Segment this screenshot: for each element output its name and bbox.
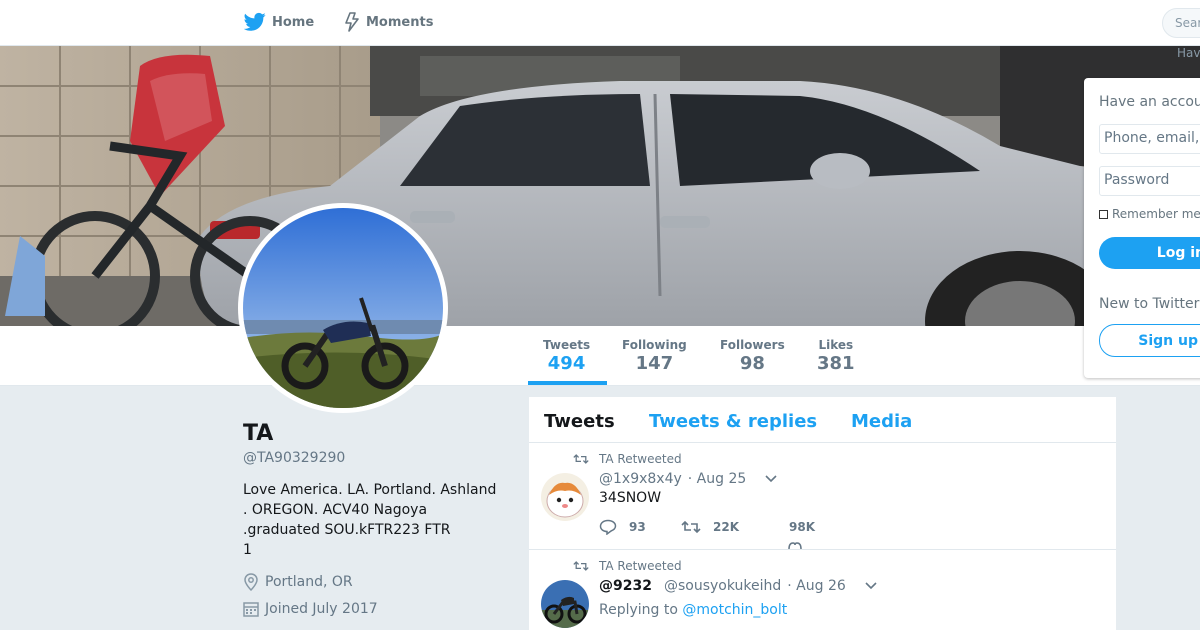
profile-stats-bar [0, 326, 1200, 386]
stat-following-label: Following [622, 338, 687, 352]
lightning-bolt-icon [345, 12, 359, 32]
stat-tweets[interactable]: Tweets 494 [543, 338, 590, 374]
stat-tweets-value: 494 [547, 353, 586, 374]
profile-handle: @TA90329290 [243, 450, 346, 466]
twitter-bird-icon [244, 12, 266, 31]
checkbox-icon[interactable] [1099, 209, 1108, 219]
login-panel: Have an account? Phone, email, or userna… [1084, 78, 1200, 378]
login-button-label: Log in [1156, 245, 1200, 261]
nav-moments-label: Moments [366, 14, 434, 30]
replying-to-link[interactable]: @motchin_bolt [682, 602, 787, 618]
login-password-field[interactable]: Password [1099, 166, 1200, 196]
tweet-actions: 93 22K 98K [599, 519, 815, 535]
replying-to: Replying to @motchin_bolt [599, 602, 787, 618]
profile-name: TA [243, 421, 274, 446]
profile-joined-text: Joined July 2017 [265, 601, 378, 617]
tweet-header: @9232 @sousyokukeihd · Aug 26 [599, 578, 878, 594]
calendar-icon [243, 602, 259, 617]
tweet-time[interactable]: · Aug 25 [688, 471, 747, 487]
stat-followers-label: Followers [720, 338, 785, 352]
stat-followers-value: 98 [739, 353, 765, 374]
timeline-tabs: Tweets Tweets & replies Media [529, 397, 1116, 443]
reply-count: 93 [629, 520, 646, 534]
retweet-context: TA Retweeted [573, 452, 682, 466]
tab-tweets[interactable]: Tweets [544, 411, 615, 432]
active-stat-underline [528, 381, 607, 385]
chevron-down-icon[interactable] [864, 581, 878, 591]
chevron-down-icon[interactable] [764, 474, 778, 484]
profile-bio: Love America. LA. Portland. Ashland . OR… [243, 482, 497, 558]
reply-icon [599, 519, 617, 535]
retweet-icon [573, 454, 589, 464]
stat-tweets-label: Tweets [543, 338, 591, 352]
stat-followers[interactable]: Followers 98 [720, 338, 785, 374]
tweet-username[interactable]: @sousyokukeihd [664, 578, 781, 594]
profile-avatar[interactable] [238, 203, 448, 413]
tweet-fullname[interactable]: @9232 [599, 578, 652, 594]
login-button[interactable]: Log in [1099, 237, 1200, 269]
tweet-avatar[interactable] [541, 580, 589, 628]
reply-button[interactable]: 93 [599, 519, 681, 535]
stat-following[interactable]: Following 147 [622, 338, 687, 374]
stat-likes-label: Likes [818, 338, 854, 352]
tab-tweets-and-replies[interactable]: Tweets & replies [649, 411, 817, 432]
search-input[interactable]: Search [1162, 8, 1200, 38]
signup-button-label: Sign up [1138, 333, 1198, 349]
replying-to-prefix: Replying to [599, 602, 678, 618]
like-count: 98K [789, 520, 815, 534]
tweet-username[interactable]: @1x9x8x4y [599, 471, 682, 487]
stat-likes-value: 381 [817, 353, 855, 374]
retweet-icon [681, 520, 701, 534]
profile-location: Portland, OR [243, 573, 353, 591]
profile-banner [0, 46, 1200, 326]
login-have-account: Have an account? [1099, 94, 1200, 110]
heart-icon[interactable] [787, 542, 803, 550]
remember-me-label: Remember me [1112, 207, 1200, 221]
tab-media[interactable]: Media [851, 411, 912, 432]
top-navigation-bar: Home Moments Search [0, 0, 1200, 46]
tweet-avatar[interactable] [541, 473, 589, 521]
retweet-context-text: TA Retweeted [599, 559, 682, 573]
stat-following-value: 147 [635, 353, 674, 374]
like-button[interactable]: 98K [789, 520, 815, 534]
location-pin-icon [244, 573, 258, 591]
tweet-time[interactable]: · Aug 26 [787, 578, 846, 594]
retweet-button[interactable]: 22K [681, 520, 789, 534]
nav-home[interactable]: Home [244, 12, 314, 32]
nav-moments[interactable]: Moments [344, 12, 433, 32]
new-to-twitter: New to Twitter? [1099, 296, 1200, 312]
retweet-icon [573, 561, 589, 571]
retweet-count: 22K [713, 520, 739, 534]
profile-joined: Joined July 2017 [243, 601, 378, 617]
tweet-text: 34SNOW [599, 490, 662, 506]
login-corner-text[interactable]: Hav [1177, 46, 1200, 60]
nav-home-label: Home [272, 14, 315, 30]
tweet-header: @1x9x8x4y · Aug 25 [599, 471, 778, 487]
tweet[interactable]: TA Retweeted @1x9x8x4y · Aug 25 34SNOW 9… [529, 443, 1116, 550]
tweet[interactable]: TA Retweeted @9232 @sousyokukeihd · Aug … [529, 550, 1116, 630]
login-phone-field[interactable]: Phone, email, or username [1099, 124, 1200, 154]
retweet-context: TA Retweeted [573, 559, 682, 573]
signup-button[interactable]: Sign up [1099, 324, 1200, 357]
remember-me-checkbox[interactable]: Remember me [1099, 207, 1200, 221]
timeline: Tweets Tweets & replies Media TA Retweet… [529, 397, 1116, 630]
stat-likes[interactable]: Likes 381 [817, 338, 855, 374]
retweet-context-text: TA Retweeted [599, 452, 682, 466]
profile-location-text: Portland, OR [265, 574, 353, 590]
